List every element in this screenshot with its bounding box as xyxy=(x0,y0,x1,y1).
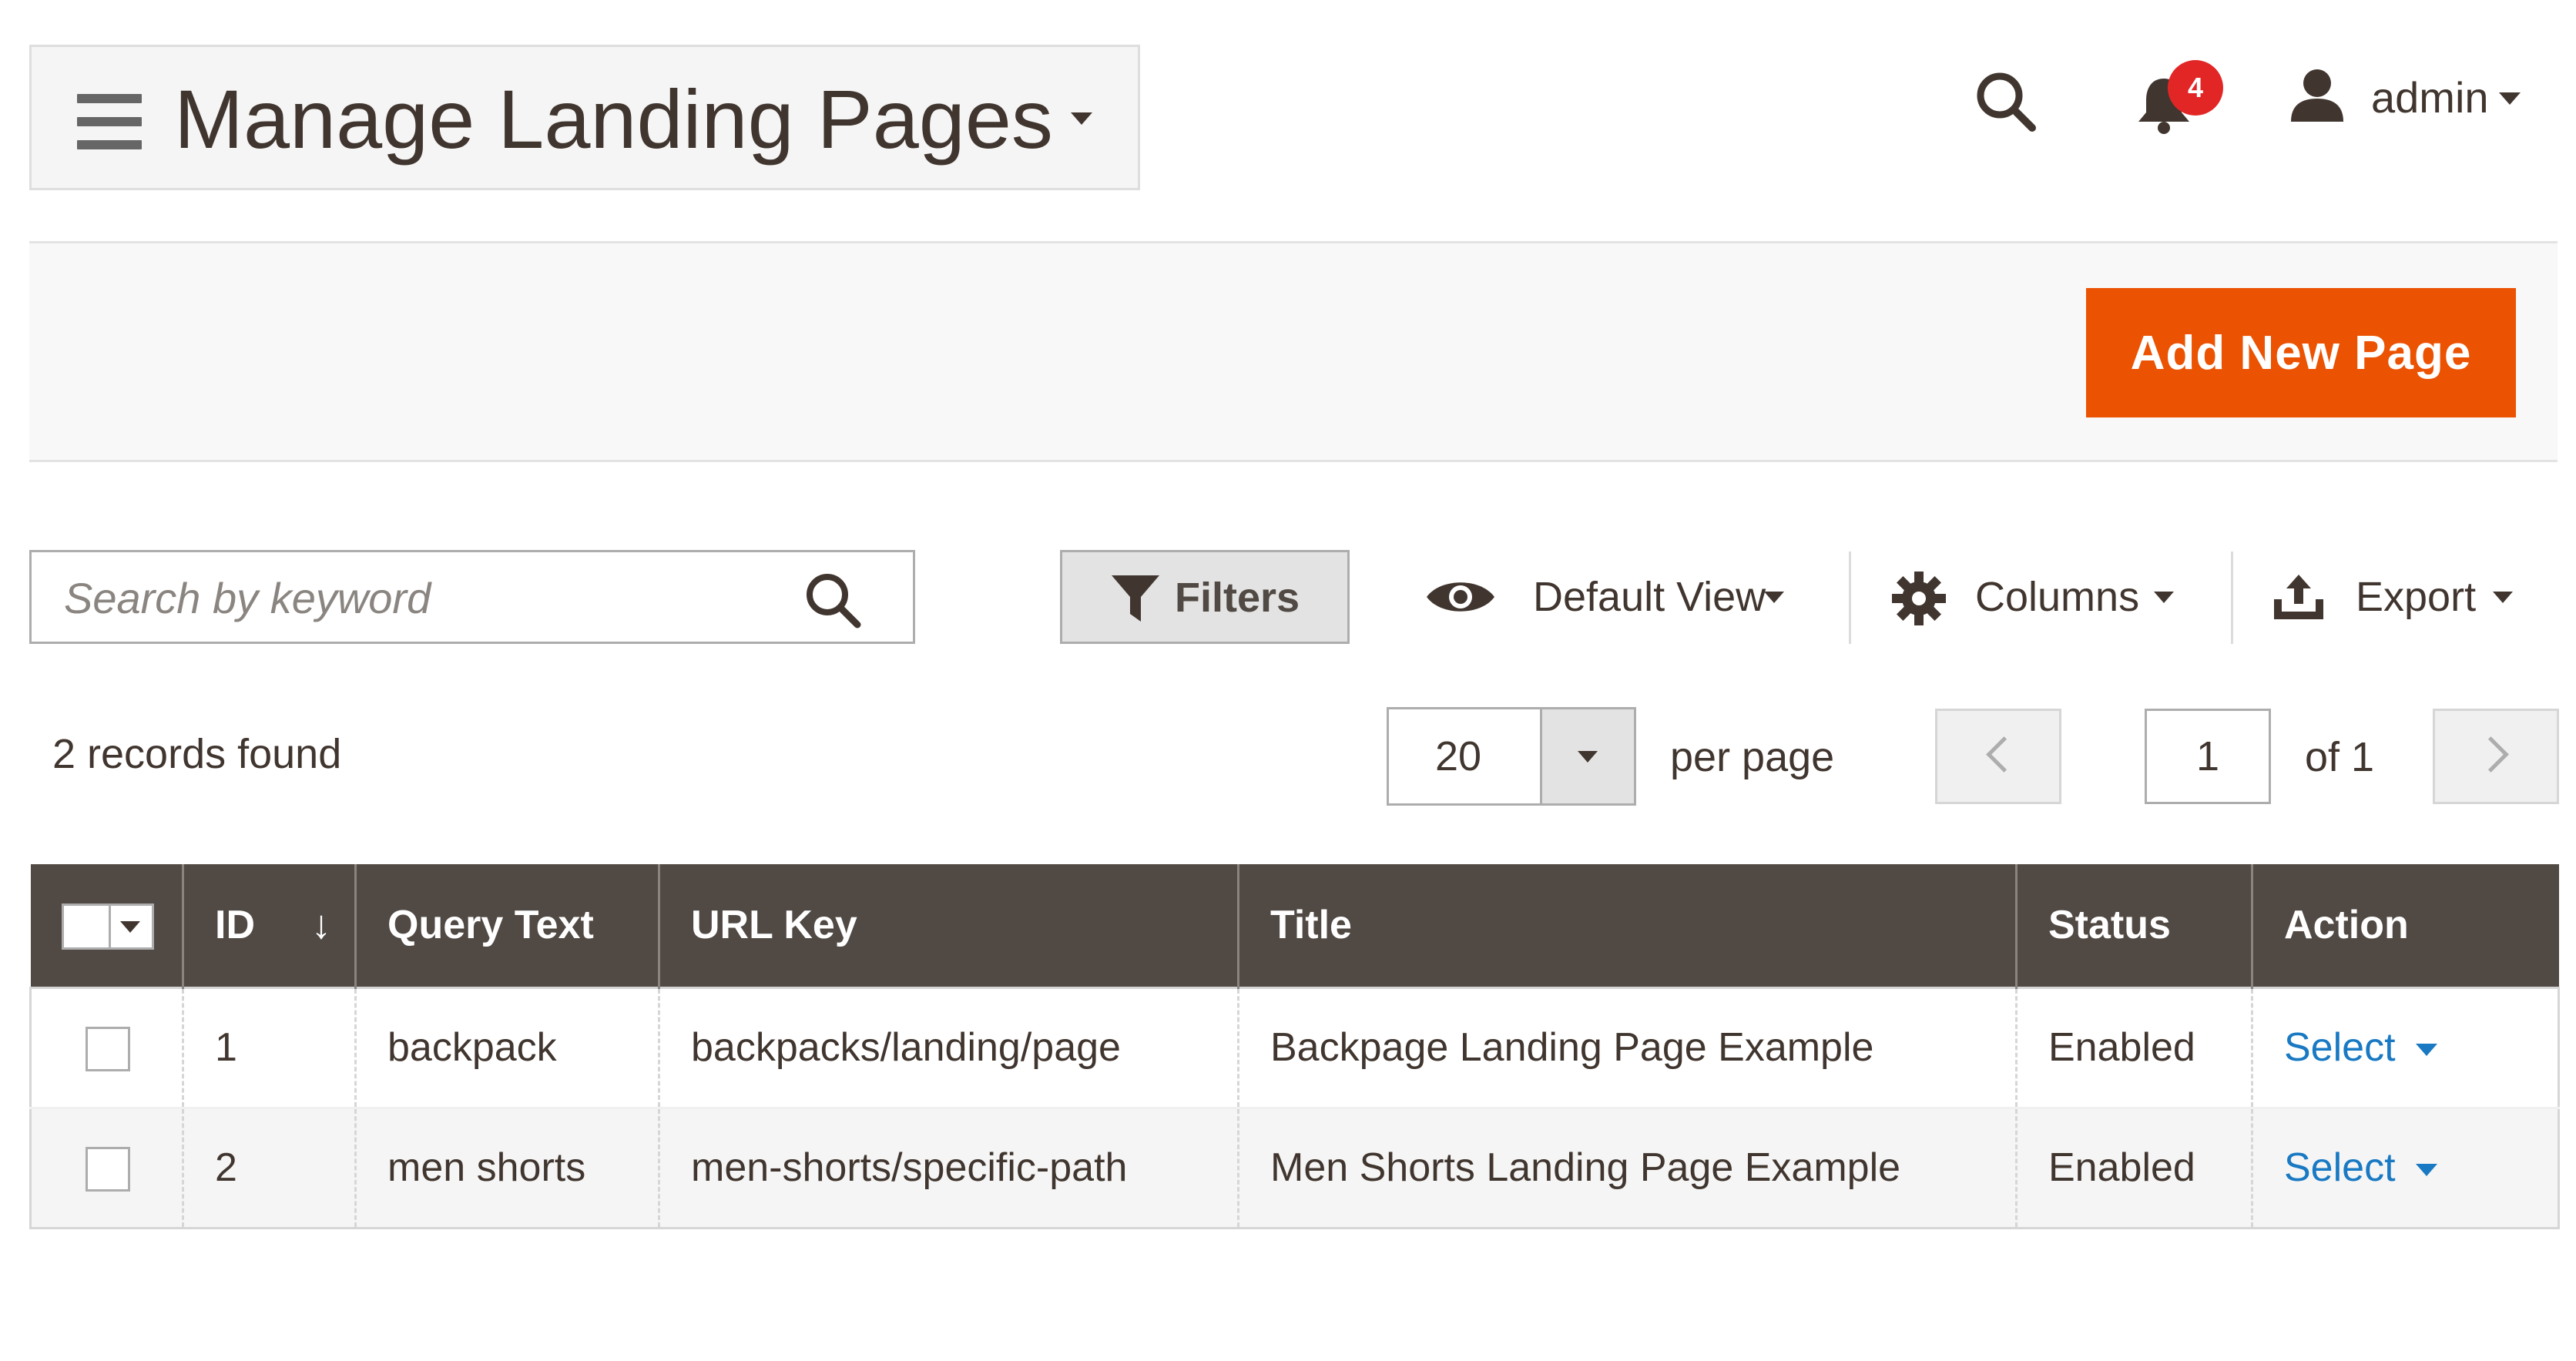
row-checkbox[interactable] xyxy=(86,1147,130,1192)
toolbar-divider xyxy=(1849,551,1851,644)
landing-pages-grid: ID ↓ Query Text URL Key Title Status Acti… xyxy=(29,864,2560,1229)
cell-url-key: backpacks/landing/page xyxy=(658,987,1239,1109)
columns-caret-icon xyxy=(2154,592,2174,603)
cell-title: Men Shorts Landing Page Example xyxy=(1237,1108,2017,1228)
user-caret-icon[interactable] xyxy=(2499,92,2521,105)
toolbar-divider xyxy=(2231,551,2233,644)
hamburger-icon[interactable] xyxy=(77,94,142,149)
export-caret-icon xyxy=(2493,592,2513,603)
per-page-value: 20 xyxy=(1435,733,1482,779)
filter-icon xyxy=(1112,575,1159,622)
filters-button[interactable]: Filters xyxy=(1060,550,1350,644)
page-title[interactable]: Manage Landing Pages xyxy=(174,69,1053,169)
caret-down-icon[interactable] xyxy=(2415,1044,2437,1057)
sort-arrow-icon: ↓ xyxy=(311,903,331,948)
row-checkbox[interactable] xyxy=(86,1027,130,1072)
row-action-select[interactable]: Select xyxy=(2284,1025,2396,1070)
view-switcher[interactable]: Default View xyxy=(1425,561,1795,635)
table-row[interactable]: 1 backpack backpacks/landing/page Backpa… xyxy=(30,987,2559,1109)
cell-query-text: men shorts xyxy=(354,1108,659,1228)
mass-select-box[interactable] xyxy=(63,905,107,947)
page-total: of 1 xyxy=(2305,734,2375,780)
notification-badge[interactable]: 4 xyxy=(2168,60,2223,116)
row-action-select[interactable]: Select xyxy=(2284,1145,2396,1190)
row-select-cell xyxy=(30,987,183,1109)
column-header-title[interactable]: Title xyxy=(1237,864,2017,987)
user-menu-name[interactable]: admin xyxy=(2371,71,2489,125)
mass-action-header xyxy=(30,864,183,987)
export-icon xyxy=(2274,575,2323,619)
view-label: Default View xyxy=(1533,574,1766,620)
columns-label: Columns xyxy=(1975,574,2140,620)
grid-header-row: ID ↓ Query Text URL Key Title Status Acti… xyxy=(30,864,2559,987)
view-caret-icon xyxy=(1764,592,1784,603)
search-input[interactable] xyxy=(62,552,759,643)
cell-status: Enabled xyxy=(2015,987,2252,1109)
cell-query-text: backpack xyxy=(354,987,659,1109)
user-icon[interactable] xyxy=(2288,66,2346,123)
caret-down-icon[interactable] xyxy=(2415,1164,2437,1177)
column-header-url-key[interactable]: URL Key xyxy=(658,864,1239,987)
cell-action: Select xyxy=(2251,987,2559,1109)
records-count: 2 records found xyxy=(52,731,342,777)
per-page-toggle[interactable] xyxy=(1540,709,1634,803)
previous-page-button[interactable] xyxy=(1935,709,2061,804)
columns-button[interactable]: Columns xyxy=(1892,561,2200,635)
per-page-label: per page xyxy=(1670,734,1835,780)
chevron-right-icon xyxy=(2473,736,2509,773)
column-header-query-text[interactable]: Query Text xyxy=(354,864,659,987)
chevron-left-icon xyxy=(1986,736,2022,773)
column-header-label: ID xyxy=(215,903,255,948)
caret-down-icon xyxy=(119,920,140,933)
mass-select-checkbox[interactable] xyxy=(61,903,154,950)
cell-id: 2 xyxy=(182,1108,356,1228)
next-page-button[interactable] xyxy=(2433,709,2559,804)
cell-status: Enabled xyxy=(2015,1108,2252,1228)
column-header-status[interactable]: Status xyxy=(2015,864,2252,987)
export-button[interactable]: Export xyxy=(2272,561,2534,635)
column-header-id[interactable]: ID ↓ xyxy=(182,864,356,987)
column-header-action: Action xyxy=(2251,864,2559,987)
add-new-page-button[interactable]: Add New Page xyxy=(2086,288,2516,417)
cell-action: Select xyxy=(2251,1108,2559,1228)
keyword-search xyxy=(29,550,915,644)
export-label: Export xyxy=(2356,574,2477,620)
table-row[interactable]: 2 men shorts men-shorts/specific-path Me… xyxy=(30,1108,2559,1228)
cell-id: 1 xyxy=(182,987,356,1109)
per-page-select[interactable]: 20 xyxy=(1387,707,1636,806)
cell-title: Backpage Landing Page Example xyxy=(1237,987,2017,1109)
row-select-cell xyxy=(30,1108,183,1228)
current-page-input[interactable] xyxy=(2145,709,2271,804)
caret-down-icon xyxy=(1578,751,1598,763)
search-icon[interactable] xyxy=(802,569,864,631)
mass-select-toggle[interactable] xyxy=(108,905,152,947)
eye-icon xyxy=(1427,582,1494,612)
filters-label: Filters xyxy=(1175,575,1300,621)
cell-url-key: men-shorts/specific-path xyxy=(658,1108,1239,1228)
caret-down-icon[interactable] xyxy=(1071,112,1092,125)
search-icon[interactable] xyxy=(1972,68,2040,136)
gear-icon xyxy=(1892,572,1946,625)
